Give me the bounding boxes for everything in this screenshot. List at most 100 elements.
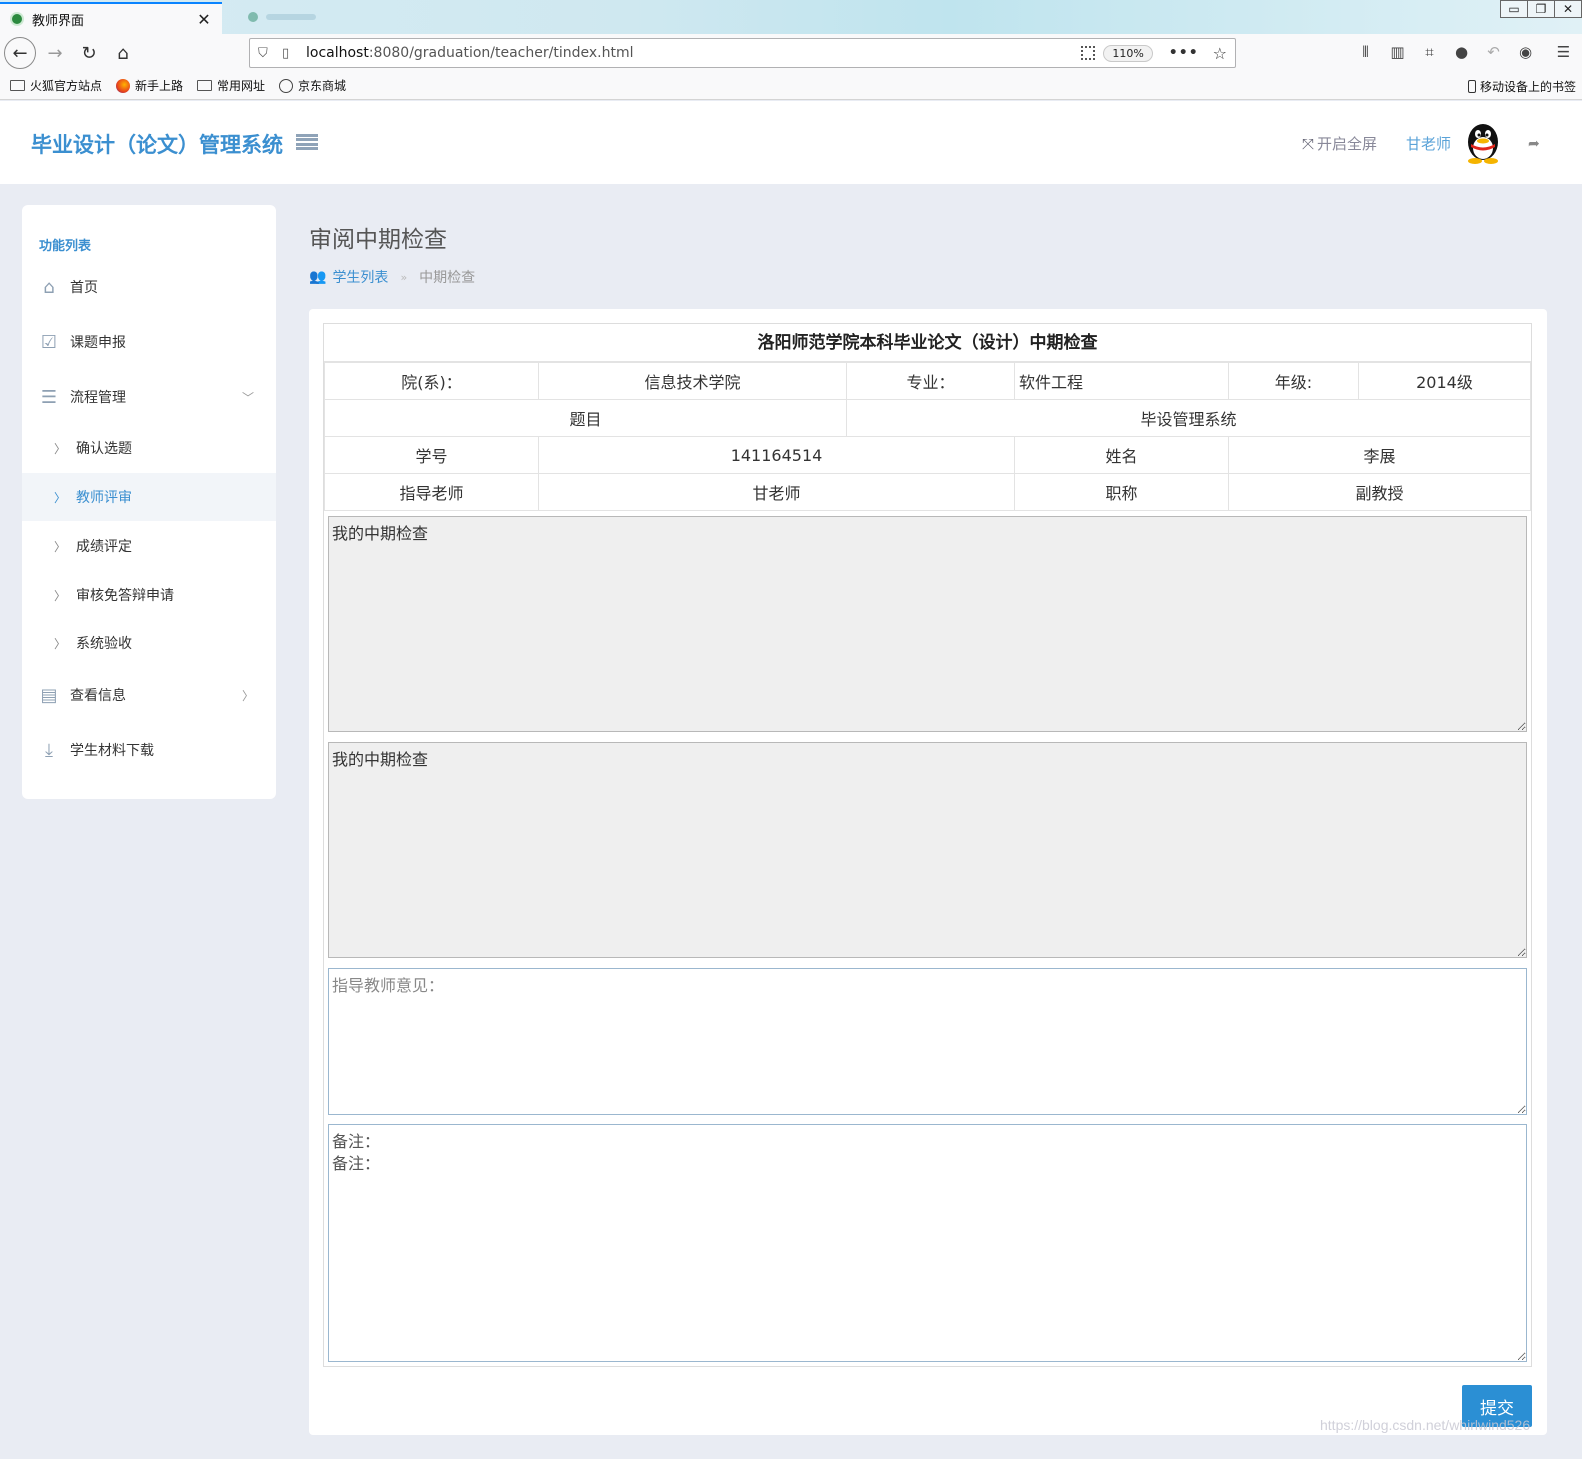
calendar-icon: ▤ <box>40 684 58 706</box>
sidebar-item-topic-apply[interactable]: ☑ 课题申报 <box>22 318 276 366</box>
home-icon[interactable]: ⌂ <box>106 36 140 70</box>
table-row: 学号 141164514 姓名 李展 <box>324 436 1531 474</box>
home-icon: ⌂ <box>43 276 55 298</box>
forward-icon[interactable]: → <box>38 36 72 70</box>
zoom-level[interactable]: 110% <box>1103 44 1153 62</box>
table-row: 题目 毕设管理系统 <box>324 399 1531 437</box>
sidebar-item-view-info[interactable]: ▤ 查看信息 〉 <box>22 671 276 719</box>
name-value: 李展 <box>1228 436 1531 474</box>
bookmark-item[interactable]: 京东商城 <box>279 77 346 94</box>
dept-value: 信息技术学院 <box>538 362 847 400</box>
download-icon: ⤓ <box>45 739 53 761</box>
url-path: :8080/graduation/teacher/tindex.html <box>368 45 634 61</box>
user-name[interactable]: 甘老师 <box>1406 133 1451 154</box>
bookmark-item[interactable]: 火狐官方站点 <box>10 77 102 94</box>
sidebar-item-download[interactable]: ⤓ 学生材料下载 <box>22 726 276 774</box>
folder-icon <box>10 80 25 91</box>
breadcrumb-student-list[interactable]: 学生列表 <box>332 267 388 287</box>
advisor-value: 甘老师 <box>538 473 1015 511</box>
checkbox-icon: ☑ <box>40 331 58 353</box>
remark-textarea[interactable]: 备注： 备注： <box>328 1124 1527 1362</box>
chat-icon[interactable]: ● <box>1452 42 1471 61</box>
library-icon[interactable]: ⫴ <box>1356 42 1375 61</box>
sidebar-sub-grading[interactable]: 〉 成绩评定 <box>22 522 276 570</box>
avatar[interactable] <box>1463 120 1503 164</box>
rank-label: 职称 <box>1014 473 1229 511</box>
chevron-right-icon: 〉 <box>54 539 67 554</box>
bookmark-item[interactable]: 新手上路 <box>116 77 183 94</box>
url-bar[interactable]: ⛉ ▯ localhost:8080/graduation/teacher/ti… <box>249 38 1236 68</box>
name-label: 姓名 <box>1014 436 1229 474</box>
table-row: 院(系)： 信息技术学院 专业： 软件工程 年级: 2014级 <box>324 362 1531 400</box>
site-favicon-icon <box>10 12 24 26</box>
users-icon: 👥 <box>309 269 327 285</box>
topic-value: 毕设管理系统 <box>846 399 1531 437</box>
sidebar-sub-exempt-review[interactable]: 〉 审核免答辩申请 <box>22 571 276 619</box>
breadcrumb-current: 中期检查 <box>419 270 476 286</box>
grade-value: 2014级 <box>1358 362 1531 400</box>
advisor-label: 指导老师 <box>324 473 539 511</box>
browser-tab-2[interactable] <box>248 6 488 28</box>
toolbar-icons: ⫴ ▥ ⌗ ● ↶ ◉ ☰ <box>1356 42 1573 61</box>
chevron-right-icon: 〉 <box>54 588 67 603</box>
reload-icon[interactable]: ↻ <box>72 36 106 70</box>
logout-icon[interactable]: ➦ <box>1528 136 1540 152</box>
fullscreen-button[interactable]: ⤧ 开启全屏 <box>1302 133 1377 154</box>
midterm-check-textarea-2[interactable]: 我的中期检查 <box>328 742 1527 958</box>
advisor-opinion-textarea[interactable] <box>328 968 1527 1115</box>
minimize-icon[interactable]: ▭ <box>1500 0 1528 18</box>
screenshot-icon[interactable]: ⌗ <box>1420 42 1439 61</box>
student-id-label: 学号 <box>324 436 539 474</box>
rank-value: 副教授 <box>1228 473 1531 511</box>
midterm-check-textarea-1[interactable]: 我的中期检查 <box>328 516 1527 732</box>
sidebar-sub-teacher-review[interactable]: 〉 教师评审 <box>22 473 276 521</box>
bookmark-star-icon[interactable]: ☆ <box>1213 44 1227 63</box>
tab-close-icon[interactable]: ✕ <box>196 10 212 29</box>
form-title: 洛阳师范学院本科毕业论文（设计）中期检查 <box>324 324 1531 362</box>
undo-icon[interactable]: ↶ <box>1484 42 1503 61</box>
tab-title: 教师界面 <box>32 13 85 29</box>
close-window-icon[interactable]: ✕ <box>1554 0 1582 18</box>
shield-icon[interactable]: ⛉ <box>258 46 272 61</box>
restore-icon[interactable]: ❐ <box>1527 0 1555 18</box>
window-controls: ▭ ❐ ✕ <box>1500 0 1582 18</box>
qr-code-icon[interactable] <box>1081 46 1096 60</box>
globe-icon <box>279 78 294 93</box>
menu-icon[interactable]: ☰ <box>1554 42 1573 61</box>
breadcrumb: 👥 学生列表 » 中期检查 <box>309 267 475 287</box>
major-value: 软件工程 <box>1014 362 1229 400</box>
more-actions-icon[interactable]: ••• <box>1169 45 1199 61</box>
form-card: 洛阳师范学院本科毕业论文（设计）中期检查 院(系)： 信息技术学院 专业： 软件… <box>309 309 1547 1435</box>
browser-tab[interactable]: 教师界面 ✕ <box>0 2 222 34</box>
breadcrumb-separator: » <box>400 270 408 284</box>
sidebar-title: 功能列表 <box>39 239 92 254</box>
sidebar-icon[interactable]: ▥ <box>1388 42 1407 61</box>
sidebar-item-process[interactable]: ☰ 流程管理 ﹀ <box>22 373 276 421</box>
chevron-right-icon: 〉 <box>54 490 67 505</box>
tab-title-blurred <box>266 14 316 20</box>
fullscreen-label: 开启全屏 <box>1317 135 1378 153</box>
phone-icon <box>1467 80 1476 93</box>
back-icon[interactable]: ← <box>4 37 36 69</box>
browser-tab-bar: 教师界面 ✕ ▭ ❐ ✕ <box>0 0 1582 34</box>
sidebar-item-home[interactable]: ⌂ 首页 <box>22 263 276 311</box>
menu-toggle-icon[interactable] <box>296 134 318 150</box>
account-icon[interactable]: ◉ <box>1516 42 1535 61</box>
page-icon: ▯ <box>282 45 290 61</box>
folder-icon <box>197 80 213 91</box>
mobile-bookmarks[interactable]: 移动设备上的书签 <box>1467 78 1576 95</box>
sidebar-sub-confirm-topic[interactable]: 〉 确认选题 <box>22 424 276 472</box>
topic-label: 题目 <box>324 399 847 437</box>
sidebar-sub-system-acceptance[interactable]: 〉 系统验收 <box>22 619 276 667</box>
dept-label: 院(系)： <box>324 362 539 400</box>
firefox-icon <box>116 78 131 93</box>
midterm-form: 洛阳师范学院本科毕业论文（设计）中期检查 院(系)： 信息技术学院 专业： 软件… <box>323 323 1532 1367</box>
chevron-down-icon: ﹀ <box>241 390 254 405</box>
bookmark-item[interactable]: 常用网址 <box>197 77 265 94</box>
app-brand[interactable]: 毕业设计（论文）管理系统 <box>31 129 283 159</box>
student-id-value: 141164514 <box>538 436 1015 474</box>
table-row: 指导老师 甘老师 职称 副教授 <box>324 473 1531 511</box>
major-label: 专业： <box>846 362 1015 400</box>
chevron-right-icon: 〉 <box>54 441 67 456</box>
expand-icon: ⤧ <box>1302 134 1315 153</box>
